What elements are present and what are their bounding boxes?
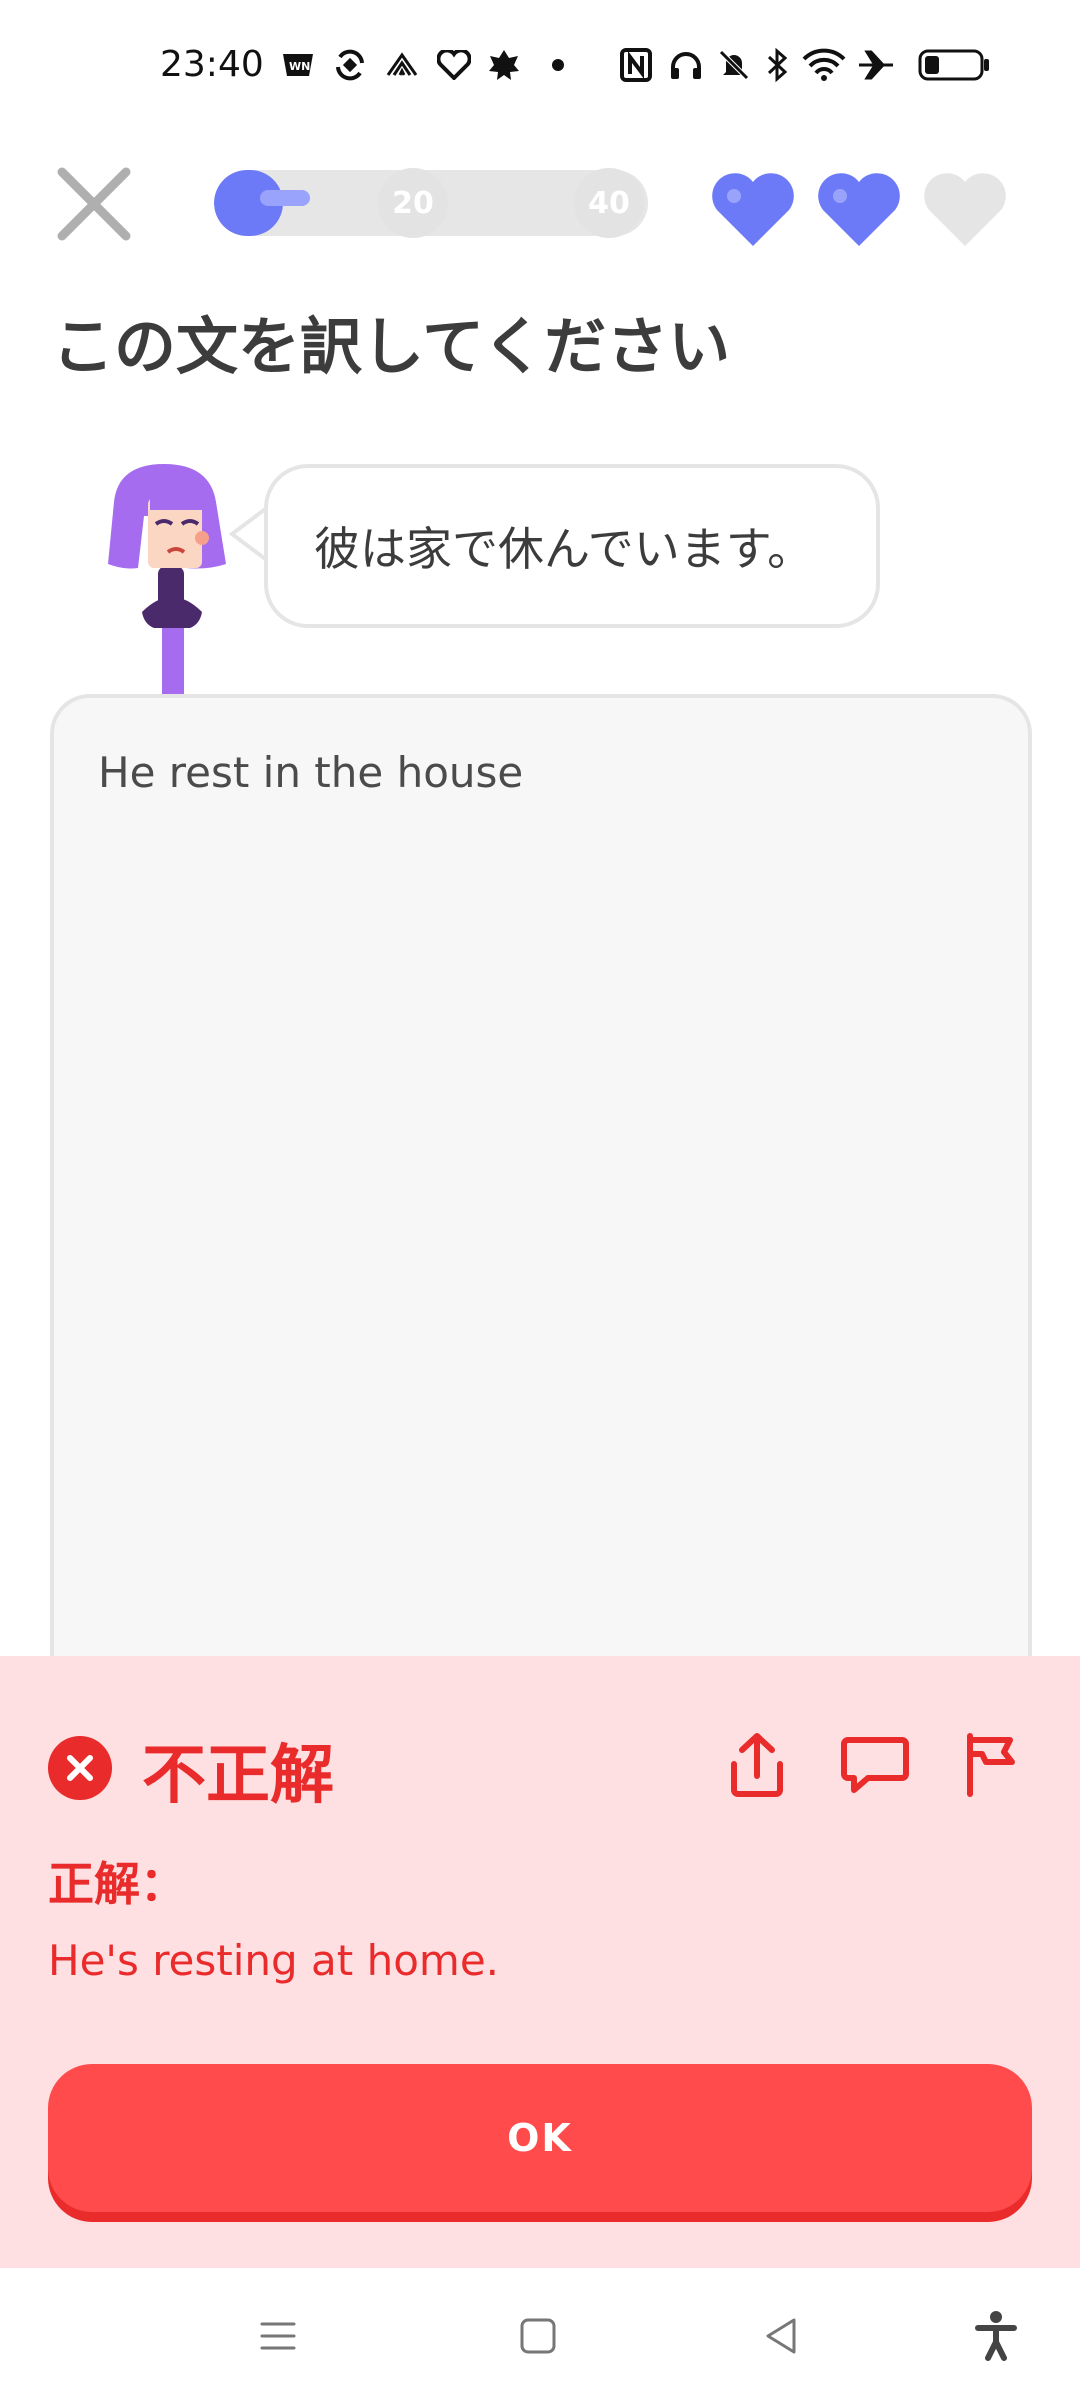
close-button[interactable] [52, 162, 136, 246]
incorrect-icon [48, 1736, 112, 1800]
comment-button[interactable] [838, 1728, 912, 1802]
menu-icon [260, 2322, 296, 2350]
home-icon [520, 2318, 556, 2354]
heart-icon [712, 173, 794, 246]
heart-icon [818, 173, 900, 246]
leaf-app-icon [484, 46, 524, 84]
ok-button[interactable]: OK [48, 2064, 1032, 2212]
back-icon [766, 2318, 796, 2354]
speech-bubble: 彼は家で休んでいます。 [264, 464, 880, 628]
wifi-icon [800, 46, 848, 84]
answer-text: He rest in the house [98, 748, 524, 797]
heart-icon [924, 173, 1006, 246]
grid-app-icon [382, 46, 422, 84]
answer-textarea[interactable]: He rest in the house [50, 694, 1032, 1694]
bluetooth-icon [762, 46, 792, 84]
mute-icon [714, 46, 754, 84]
sync-icon [330, 46, 370, 84]
svg-text:WN: WN [289, 60, 310, 73]
accessibility-button[interactable] [966, 2306, 1026, 2366]
ok-button-label: OK [507, 2116, 573, 2160]
headphones-icon [666, 46, 706, 84]
milestone-40: 40 [574, 168, 644, 238]
progress-shine [260, 190, 310, 206]
prompt-sentence: 彼は家で休んでいます。 [314, 522, 814, 576]
correct-answer-label: 正解： [48, 1857, 186, 1911]
milestone-20: 20 [378, 168, 448, 238]
status-time: 23:40 [160, 44, 264, 85]
comment-icon [841, 1737, 909, 1793]
feedback-panel: 不正解 正解： He's resting at home. OK [0, 1656, 1080, 2268]
share-button[interactable] [720, 1728, 794, 1802]
character-illustration [108, 464, 226, 694]
back-button[interactable] [752, 2306, 812, 2366]
home-button[interactable] [508, 2306, 568, 2366]
airplane-icon [856, 46, 896, 84]
wn-app-icon: WN [280, 46, 316, 84]
share-icon [731, 1733, 783, 1797]
accessibility-icon [975, 2311, 1017, 2361]
nfc-icon [618, 46, 654, 84]
correct-answer-text: He's resting at home. [48, 1936, 500, 1985]
report-button[interactable] [956, 1728, 1030, 1802]
status-bar: 23:40 WN [0, 0, 1080, 140]
dot-icon [548, 46, 568, 84]
screen: 23:40 WN 20 40 この文を訳してください 彼は家で休んでいます。 H… [0, 0, 1080, 2400]
navigation-bar [0, 2268, 1080, 2400]
heart-app-icon [434, 46, 474, 84]
menu-button[interactable] [248, 2306, 308, 2366]
battery-icon [916, 46, 994, 84]
flag-icon [967, 1733, 1015, 1797]
exercise-title: この文を訳してください [52, 310, 731, 383]
feedback-status: 不正解 [142, 1739, 334, 1813]
close-icon [57, 167, 131, 241]
